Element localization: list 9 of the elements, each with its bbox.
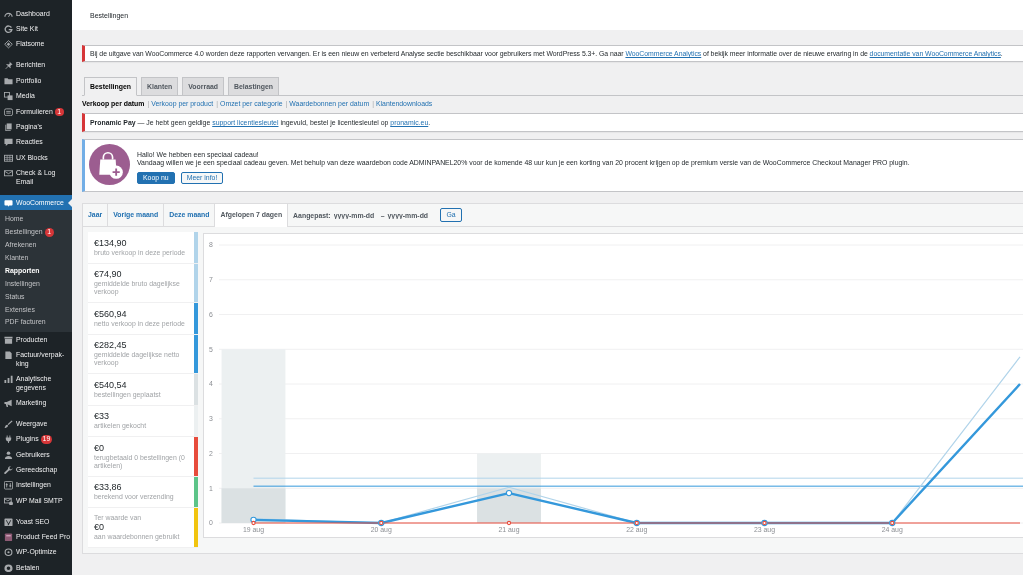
legend-value: €33,86 [94,482,123,494]
legend-value: €540,54 [94,379,128,391]
legend-value: €560,94 [94,308,128,320]
legend-value: €33 [94,411,111,423]
legend-value: €134,90 [94,237,128,249]
legend-value: €0 [94,442,105,454]
legend-value: €0 [94,521,105,533]
legend-value: €74,90 [94,269,123,281]
legend-value: €282,45 [94,340,128,352]
